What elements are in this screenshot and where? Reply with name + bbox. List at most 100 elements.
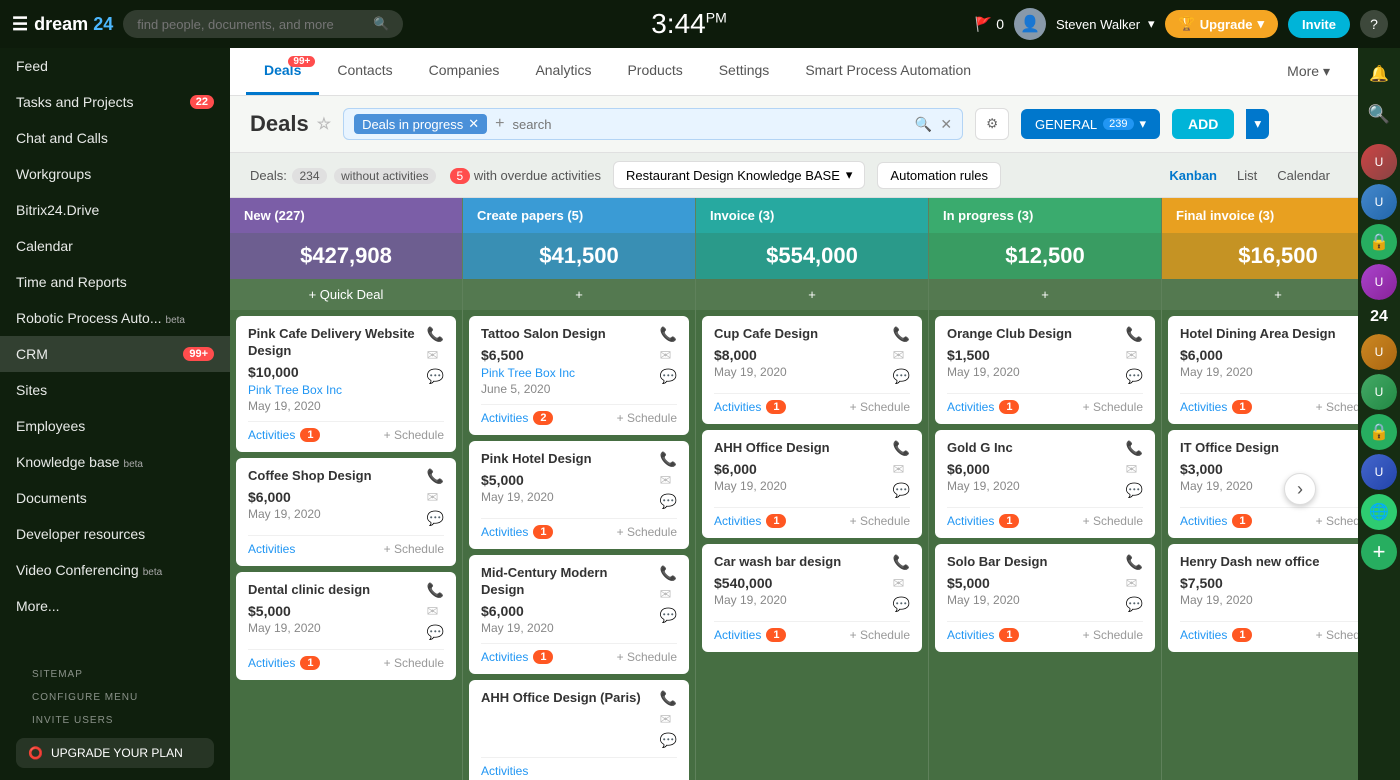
activities-link[interactable]: Activities [714,400,761,414]
activities-link[interactable]: Activities [481,650,528,664]
email-icon[interactable]: ✉ [893,461,910,478]
deal-card[interactable]: Coffee Shop Design $6,000 May 19, 2020 📞… [236,458,456,566]
deal-card[interactable]: Pink Cafe Delivery Website Design $10,00… [236,316,456,452]
comment-icon[interactable]: 💬 [1126,368,1143,385]
deal-card[interactable]: AHH Office Design $6,000 May 19, 2020 📞 … [702,430,922,538]
phone-icon[interactable]: 📞 [1126,326,1143,343]
deal-card[interactable]: IT Office Design $3,000 May 19, 2020 📞 ✉… [1168,430,1358,538]
tab-products[interactable]: Products [609,48,700,95]
user-avatar-6[interactable]: U [1361,454,1397,490]
flag-icon[interactable]: 🚩 0 [975,16,1004,33]
comment-icon[interactable]: 💬 [893,596,910,613]
view-kanban-button[interactable]: Kanban [1161,164,1225,187]
sidebar-item-tasks[interactable]: Tasks and Projects22 [0,84,230,120]
invite-button[interactable]: Invite [1288,11,1350,38]
comment-icon[interactable]: 💬 [1126,596,1143,613]
settings-button[interactable]: ⚙ [975,108,1009,140]
activities-link[interactable]: Activities [1180,400,1227,414]
add-dropdown-button[interactable]: ▾ [1246,109,1269,139]
search-deals-input[interactable] [512,117,906,132]
sidebar-item-chat[interactable]: Chat and Calls [0,120,230,156]
email-icon[interactable]: ✉ [660,472,677,489]
activities-link[interactable]: Activities [481,764,528,778]
email-icon[interactable]: ✉ [660,586,677,603]
activities-link[interactable]: Activities [248,428,295,442]
sidebar-item-sites[interactable]: Sites [0,372,230,408]
help-button[interactable]: ? [1360,10,1388,38]
deal-card[interactable]: Gold G Inc $6,000 May 19, 2020 📞 ✉ 💬 Act… [935,430,1155,538]
phone-icon[interactable]: 📞 [660,451,677,468]
email-icon[interactable]: ✉ [427,489,444,506]
deal-card[interactable]: Car wash bar design $540,000 May 19, 202… [702,544,922,652]
logo[interactable]: ☰ dream 24 [12,14,113,35]
schedule-link[interactable]: + Schedule [384,542,444,556]
activities-link[interactable]: Activities [481,525,528,539]
email-icon[interactable]: ✉ [893,347,910,364]
schedule-link[interactable]: + Schedule [384,656,444,670]
tab-settings[interactable]: Settings [701,48,788,95]
phone-icon[interactable]: 📞 [893,326,910,343]
comment-icon[interactable]: 💬 [660,732,677,749]
comment-icon[interactable]: 💬 [660,493,677,510]
next-arrow[interactable]: › [1284,473,1316,505]
phone-icon[interactable]: 📞 [1126,440,1143,457]
email-icon[interactable]: ✉ [660,347,677,364]
star-icon[interactable]: ☆ [317,114,331,134]
add-icon[interactable]: + [1361,534,1397,570]
invite-users-label[interactable]: INVITE USERS [16,707,214,730]
sidebar-item-time[interactable]: Time and Reports [0,264,230,300]
sidebar-item-drive[interactable]: Bitrix24.Drive [0,192,230,228]
deal-card[interactable]: Hotel Dining Area Design $6,000 May 19, … [1168,316,1358,424]
deal-card[interactable]: Solo Bar Design $5,000 May 19, 2020 📞 ✉ … [935,544,1155,652]
phone-icon[interactable]: 📞 [660,565,677,582]
upgrade-button[interactable]: 🏆 Upgrade ▾ [1165,10,1278,38]
phone-icon[interactable]: 📞 [893,554,910,571]
view-list-button[interactable]: List [1229,164,1265,187]
add-card-button[interactable]: + [696,279,928,310]
comment-icon[interactable]: 💬 [660,607,677,624]
activities-link[interactable]: Activities [947,628,994,642]
phone-icon[interactable]: 📞 [660,326,677,343]
deal-card[interactable]: Henry Dash new office $7,500 May 19, 202… [1168,544,1358,652]
email-icon[interactable]: ✉ [427,603,444,620]
sidebar-item-feed[interactable]: Feed [0,48,230,84]
tab-spa[interactable]: Smart Process Automation [787,48,989,95]
activities-link[interactable]: Activities [947,400,994,414]
deal-card[interactable]: Tattoo Salon Design $6,500 Pink Tree Box… [469,316,689,435]
sidebar-item-rpa[interactable]: Robotic Process Auto...beta [0,300,230,336]
comment-icon[interactable]: 💬 [893,482,910,499]
search-input[interactable] [137,17,365,32]
schedule-link[interactable]: + Schedule [1316,514,1358,528]
email-icon[interactable]: ✉ [1126,575,1143,592]
phone-icon[interactable]: 📞 [427,582,444,599]
activities-link[interactable]: Activities [248,542,295,556]
deal-card[interactable]: AHH Office Design (Paris) 📞 ✉ 💬 Activiti… [469,680,689,780]
phone-icon[interactable]: 📞 [427,468,444,485]
tab-analytics[interactable]: Analytics [517,48,609,95]
activities-link[interactable]: Activities [714,514,761,528]
email-icon[interactable]: ✉ [427,347,444,364]
activities-link[interactable]: Activities [248,656,295,670]
sidebar-item-knowledge[interactable]: Knowledge basebeta [0,444,230,480]
phone-icon[interactable]: 📞 [427,326,444,343]
view-calendar-button[interactable]: Calendar [1269,164,1338,187]
sidebar-item-employees[interactable]: Employees [0,408,230,444]
user-avatar-4[interactable]: U [1361,334,1397,370]
search-right-icon[interactable]: 🔍 [1361,96,1397,132]
add-button[interactable]: ADD [1172,109,1234,139]
activities-link[interactable]: Activities [481,411,528,425]
sidebar-item-more[interactable]: More... [0,588,230,624]
schedule-link[interactable]: + Schedule [1316,628,1358,642]
add-card-button[interactable]: + [463,279,695,310]
knowledge-base-button[interactable]: Restaurant Design Knowledge BASE ▾ [613,161,865,189]
search-bar[interactable]: 🔍 [123,10,403,38]
comment-icon[interactable]: 💬 [427,368,444,385]
schedule-link[interactable]: + Schedule [850,514,910,528]
schedule-link[interactable]: + Schedule [850,628,910,642]
quick-deal-button[interactable]: + Quick Deal [230,279,462,310]
schedule-link[interactable]: + Schedule [617,411,677,425]
filter-tag[interactable]: Deals in progress ✕ [354,114,487,134]
activities-link[interactable]: Activities [1180,628,1227,642]
filter-search-btn[interactable]: 🔍 [915,116,932,133]
phone-icon[interactable]: 📞 [1126,554,1143,571]
